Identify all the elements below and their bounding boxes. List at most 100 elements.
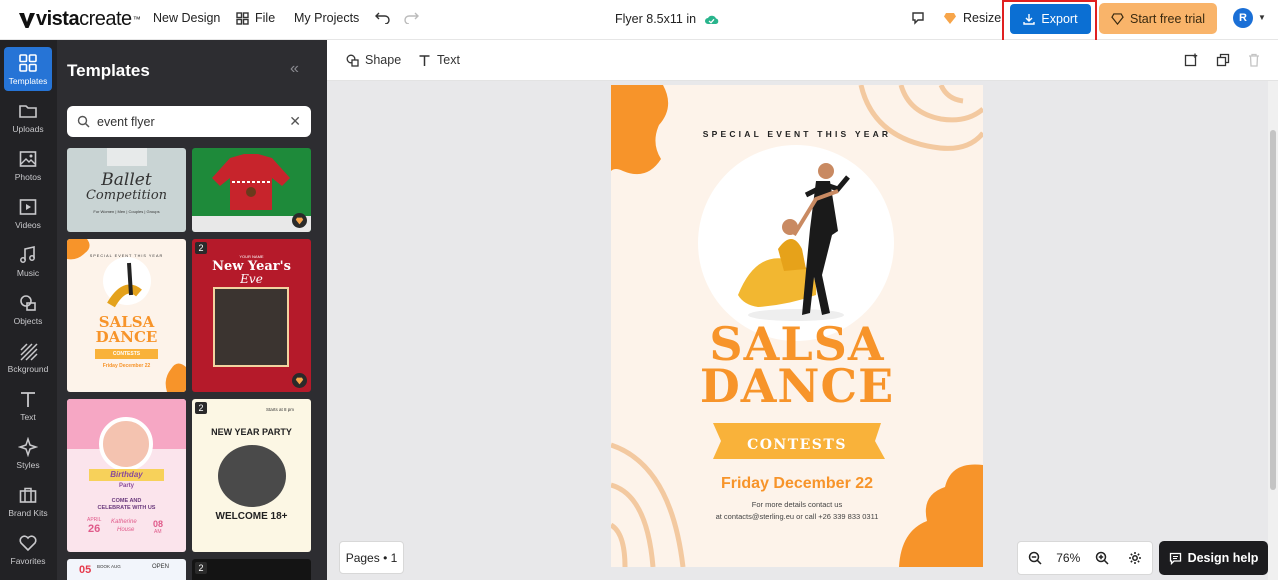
pages-button[interactable]: Pages • 1 xyxy=(339,541,404,574)
search-input[interactable]: event flyer ✕ xyxy=(67,106,311,137)
tile-title-line2: DANCE xyxy=(95,328,158,346)
rail-item-music[interactable]: Music xyxy=(4,239,52,283)
tile-date: Friday December 22 xyxy=(102,363,151,369)
tile-date-txt: BOOK AUG xyxy=(97,564,121,569)
rail-item-uploads[interactable]: Uploads xyxy=(4,95,52,139)
top-bar: vista create ™ New Design File My Projects… xyxy=(0,0,1278,45)
template-tile-dark[interactable]: 2 xyxy=(192,559,311,580)
briefcase-icon xyxy=(19,487,37,503)
tile-shoe-image xyxy=(107,148,147,166)
template-tile-salsa[interactable]: SPECIAL EVENT THIS YEAR SALSA DANCE CONT… xyxy=(67,239,186,392)
gear-icon xyxy=(1129,552,1142,564)
template-tile-birthday[interactable]: Birthday Party COME AND CELEBRATE WITH U… xyxy=(67,399,186,552)
zoom-in-button[interactable] xyxy=(1085,551,1119,565)
flyer-kicker[interactable]: SPECIAL EVENT THIS YEAR xyxy=(611,129,983,139)
template-tile-new-year-party[interactable]: 2 Starts at 8 pm NEW YEAR PARTY WELCOME … xyxy=(192,399,311,552)
flyer-info-line1[interactable]: For more details contact us xyxy=(611,500,983,509)
file-menu[interactable]: File xyxy=(236,11,275,25)
logo-create: create xyxy=(79,8,132,30)
new-design-menu[interactable]: New Design xyxy=(153,11,220,25)
design-help-label: Design help xyxy=(1187,551,1259,565)
text-tool-button[interactable]: Text xyxy=(418,53,460,67)
rail-item-styles[interactable]: Styles xyxy=(4,431,52,475)
chevron-down-icon[interactable]: ▼ xyxy=(1258,13,1266,22)
rail-item-objects[interactable]: Objects xyxy=(4,287,52,331)
scrollbar-thumb[interactable] xyxy=(1270,130,1276,490)
template-tile-new-years-eve[interactable]: 2 YOUR NAME New Year's Eve xyxy=(192,239,311,392)
flyer-canvas[interactable]: SPECIAL EVENT THIS YEAR SALSA DANCE CONT… xyxy=(611,85,983,567)
my-projects-link[interactable]: My Projects xyxy=(294,11,359,25)
document-title-label: Flyer 8.5x11 in xyxy=(615,12,697,26)
templates-icon xyxy=(19,53,37,72)
add-page-icon xyxy=(1184,53,1198,67)
document-title[interactable]: Flyer 8.5x11 in xyxy=(615,12,719,26)
download-icon xyxy=(1023,14,1036,25)
undo-button[interactable] xyxy=(375,11,390,24)
flyer-title-line2[interactable]: DANCE xyxy=(611,363,983,409)
rail-item-templates[interactable]: Templates xyxy=(4,47,52,91)
resize-button[interactable]: Resize xyxy=(943,11,1001,25)
start-free-trial-button[interactable]: Start free trial xyxy=(1099,3,1217,34)
add-page-button[interactable] xyxy=(1184,53,1198,67)
rail-label: Favorites xyxy=(10,555,46,566)
flyer-date[interactable]: Friday December 22 xyxy=(611,475,983,493)
background-icon xyxy=(20,342,38,361)
tile-time: 08 xyxy=(153,519,164,529)
duplicate-page-button[interactable] xyxy=(1216,53,1230,67)
video-icon xyxy=(19,198,37,215)
file-label: File xyxy=(255,11,276,25)
zoom-out-button[interactable] xyxy=(1018,551,1052,565)
rail-label: Templates xyxy=(8,75,48,86)
rail-label: Objects xyxy=(13,315,43,326)
tile-title: Ballet xyxy=(101,170,152,190)
comments-button[interactable] xyxy=(911,11,925,25)
panel-title: Templates xyxy=(67,61,150,80)
rail-item-videos[interactable]: Videos xyxy=(4,191,52,235)
flyer-info-line2[interactable]: at contacts@sterling.eu or call +26 339 … xyxy=(611,512,983,521)
zoom-level[interactable]: 76% xyxy=(1052,551,1086,565)
tile-date-num: 05 xyxy=(79,564,92,576)
search-value: event flyer xyxy=(97,114,155,129)
rail-label: Styles xyxy=(16,459,40,470)
redo-button[interactable] xyxy=(404,11,419,24)
rail-item-background[interactable]: Bckground xyxy=(4,335,52,379)
undo-icon xyxy=(375,12,390,24)
pages-label: Pages • 1 xyxy=(345,550,398,565)
page-count-badge: 2 xyxy=(195,402,207,414)
tile-kicker: SPECIAL EVENT THIS YEAR xyxy=(89,254,164,258)
template-tile-ballet[interactable]: Ballet Competition For Women | Men | Cou… xyxy=(67,148,186,232)
avatar[interactable]: R xyxy=(1233,8,1253,28)
left-rail: Templates Uploads Photos Videos Music Ob… xyxy=(0,40,57,580)
tile-day: 26 xyxy=(88,523,101,535)
template-grid: Ballet Competition For Women | Men | Cou… xyxy=(67,148,311,580)
export-button[interactable]: Export xyxy=(1010,4,1091,34)
text-icon xyxy=(419,54,430,66)
rail-item-photos[interactable]: Photos xyxy=(4,143,52,187)
template-tile-sale[interactable]: 05 BOOK AUG OPEN xyxy=(67,559,186,580)
rail-label: Text xyxy=(20,411,36,422)
text-label: Text xyxy=(437,53,460,67)
tile-small-text: For Women | Men | Couples | Groups xyxy=(93,209,160,214)
styles-icon xyxy=(18,436,38,457)
collapse-panel-icon[interactable]: « xyxy=(290,60,299,78)
template-tile-sweater[interactable] xyxy=(192,148,311,232)
redo-icon xyxy=(404,12,419,24)
tile-title: NEW YEAR PARTY xyxy=(211,427,292,437)
flyer-ribbon-text[interactable]: CONTESTS xyxy=(611,437,983,453)
trash-icon xyxy=(1249,53,1259,67)
delete-page-button[interactable] xyxy=(1248,53,1260,67)
rail-item-brand-kits[interactable]: Brand Kits xyxy=(4,479,52,523)
close-icon[interactable]: ✕ xyxy=(289,113,301,130)
folder-icon xyxy=(19,104,37,118)
design-help-button[interactable]: Design help xyxy=(1159,541,1268,575)
vistacreate-logo[interactable]: vista create ™ xyxy=(18,8,141,31)
shape-tool-button[interactable]: Shape xyxy=(346,53,401,67)
rail-item-text[interactable]: Text xyxy=(4,383,52,427)
rail-item-favorites[interactable]: Favorites xyxy=(4,527,52,571)
tile-subtitle: Competition xyxy=(85,188,168,203)
zoom-in-icon xyxy=(1095,551,1109,565)
start-free-trial-label: Start free trial xyxy=(1129,11,1206,26)
flyer-photo-circle[interactable] xyxy=(698,145,894,341)
zoom-settings-button[interactable] xyxy=(1119,551,1153,565)
rail-label: Bckground xyxy=(7,363,49,374)
